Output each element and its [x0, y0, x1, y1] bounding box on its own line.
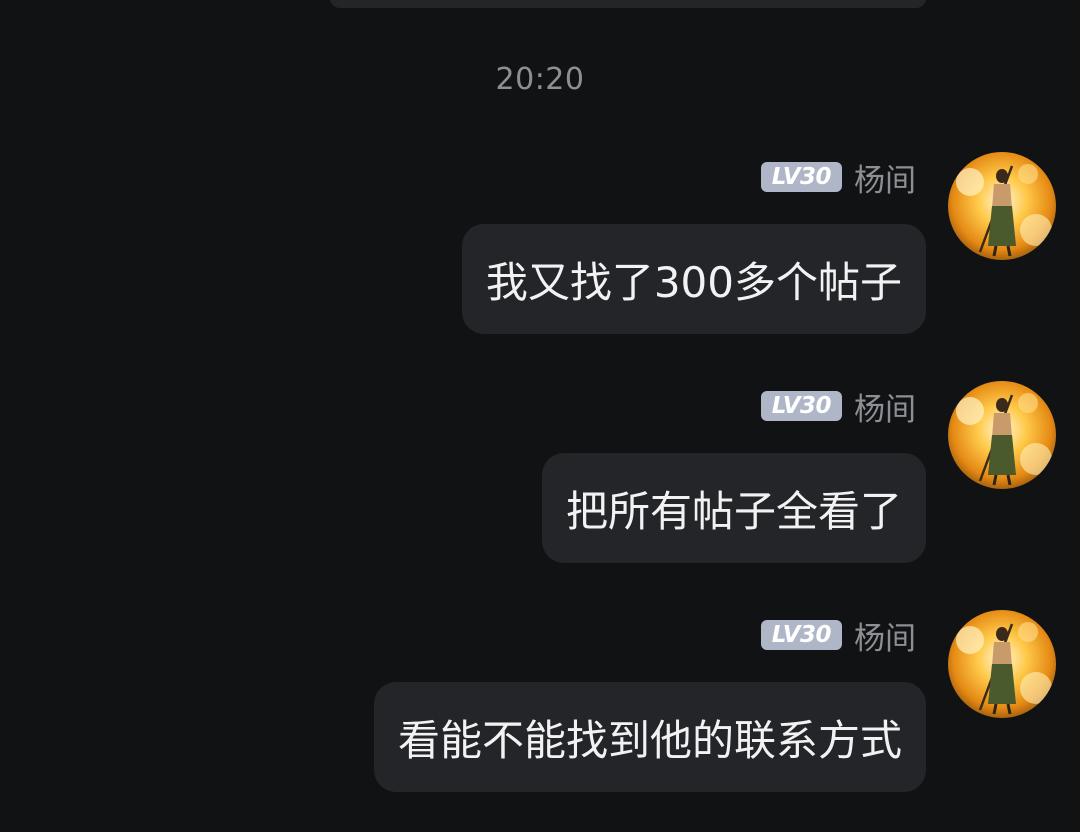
message-sender-info: LV30 杨间 — [760, 384, 916, 429]
sender-name[interactable]: 杨间 — [854, 384, 916, 429]
avatar-image — [948, 381, 1056, 489]
avatar[interactable] — [948, 152, 1056, 260]
avatar[interactable] — [948, 381, 1056, 489]
message-bubble[interactable]: 看能不能找到他的联系方式 — [373, 682, 926, 792]
level-badge: LV30 — [760, 162, 842, 192]
level-badge: LV30 — [760, 620, 842, 650]
previous-message-bubble[interactable] — [330, 0, 926, 8]
avatar[interactable] — [948, 610, 1056, 718]
avatar-image — [948, 152, 1056, 260]
message-sender-info: LV30 杨间 — [760, 155, 916, 200]
sender-name[interactable]: 杨间 — [854, 155, 916, 200]
level-badge: LV30 — [760, 391, 842, 421]
sender-name[interactable]: 杨间 — [854, 613, 916, 658]
chat-screen: 20:20 LV30 杨间 我又找了300多个帖子 LV30 杨间 把所有帖子全… — [0, 0, 1080, 832]
message-timestamp: 20:20 — [495, 62, 585, 97]
message-bubble[interactable]: 把所有帖子全看了 — [541, 453, 926, 563]
message-sender-info: LV30 杨间 — [760, 613, 916, 658]
avatar-image — [948, 610, 1056, 718]
message-bubble[interactable]: 我又找了300多个帖子 — [461, 224, 926, 334]
